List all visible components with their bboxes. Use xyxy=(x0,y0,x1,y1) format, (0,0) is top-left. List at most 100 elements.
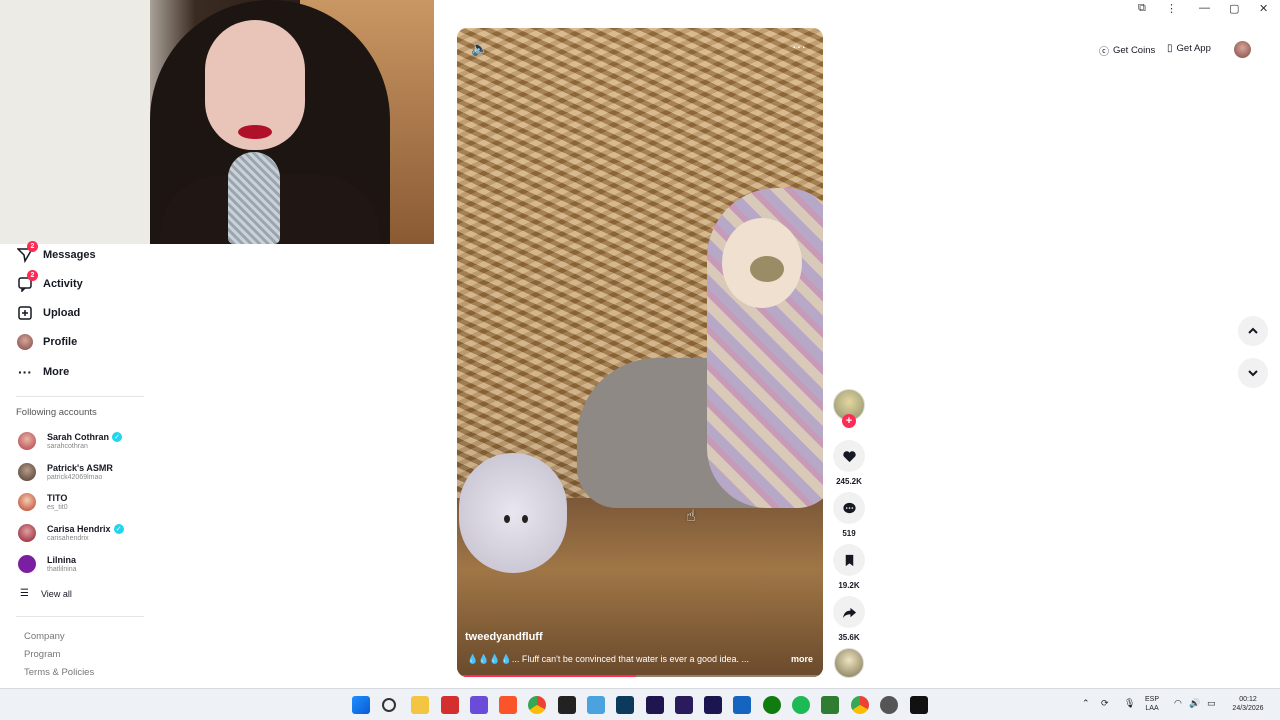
maximize-button[interactable]: ▢ xyxy=(1229,2,1239,15)
get-coins-link[interactable]: ⓒ Get Coins xyxy=(1099,43,1155,58)
save-button[interactable] xyxy=(833,544,865,576)
close-button[interactable]: ✕ xyxy=(1259,2,1268,15)
region-code: LAA xyxy=(1145,705,1159,712)
wifi-icon[interactable]: ◠ xyxy=(1174,699,1182,708)
webcam-overlay xyxy=(0,0,434,244)
lightroom-icon[interactable] xyxy=(616,696,634,714)
verified-icon: ✓ xyxy=(113,524,124,534)
verified-icon: ✓ xyxy=(112,432,123,442)
share-button[interactable] xyxy=(833,596,865,628)
sidebar-item-label: More xyxy=(43,366,70,378)
mic-icon[interactable]: 🎙 xyxy=(1124,699,1135,708)
more-dots-icon: ··· xyxy=(18,364,32,380)
sidebar-item-label: Upload xyxy=(43,307,81,319)
spotify-icon[interactable] xyxy=(792,696,810,714)
language-code: ESP xyxy=(1145,696,1160,703)
view-all-link[interactable]: ☰ View all xyxy=(20,588,72,599)
chrome-alt-icon[interactable] xyxy=(851,696,869,714)
sidebar-item-profile[interactable]: Profile xyxy=(16,330,77,354)
battery-icon[interactable]: ▭ xyxy=(1207,699,1216,708)
clock[interactable]: 00:12 24/3/2026 xyxy=(1226,695,1270,713)
comment-count: 519 xyxy=(842,529,856,538)
footer-link-company[interactable]: Company xyxy=(24,631,65,642)
minimize-button[interactable]: — xyxy=(1199,2,1210,14)
app-dark-icon[interactable] xyxy=(558,696,576,714)
chevron-up-icon xyxy=(1248,327,1258,334)
next-video-avatar[interactable] xyxy=(834,648,864,678)
more-options-icon[interactable]: ··· xyxy=(792,38,806,54)
chrome-icon[interactable] xyxy=(528,696,546,714)
microphone-image xyxy=(228,152,280,244)
follow-plus-icon[interactable]: + xyxy=(842,414,856,428)
app-blue-icon[interactable] xyxy=(733,696,751,714)
video-username[interactable]: tweedyandfluff xyxy=(465,631,543,643)
extensions-icon[interactable]: ⧉ xyxy=(1138,2,1146,15)
sidebar-item-messages[interactable]: 2 Messages xyxy=(16,241,96,267)
account-handle: es_tit0 xyxy=(47,504,68,511)
phone-icon: ▯ xyxy=(1167,43,1173,54)
comment-button[interactable] xyxy=(833,492,865,524)
caption-more-button[interactable]: more xyxy=(791,654,813,664)
previous-video-button[interactable] xyxy=(1238,316,1268,346)
plus-square-icon xyxy=(16,304,34,322)
menu-dots-icon[interactable]: ⋮ xyxy=(1166,2,1177,15)
footer-link-program[interactable]: Program xyxy=(24,649,60,660)
sidebar-item-more[interactable]: ··· More xyxy=(16,360,69,384)
account-handle: sarahcothran xyxy=(47,443,88,450)
video-player[interactable]: 🔈 ··· tweedyandfluff 💧💧💧💧... Fluff can't… xyxy=(457,28,823,677)
avatar xyxy=(18,524,36,542)
file-explorer-icon[interactable] xyxy=(411,696,429,714)
app-purple-icon[interactable] xyxy=(470,696,488,714)
tray-expand-icon[interactable]: ⌃ xyxy=(1082,699,1090,708)
tiktok-icon[interactable] xyxy=(910,696,928,714)
brave-browser-icon[interactable] xyxy=(499,696,517,714)
get-app-label: Get App xyxy=(1176,43,1211,54)
following-account[interactable]: TITO es_tit0 xyxy=(18,489,68,515)
audition-icon[interactable] xyxy=(646,696,664,714)
video-progress-bar[interactable] xyxy=(457,675,823,677)
volume-icon[interactable]: 🔈 xyxy=(471,40,488,57)
messages-badge: 2 xyxy=(27,241,38,252)
app-green-icon[interactable] xyxy=(821,696,839,714)
keyboard-language[interactable]: ESP LAA xyxy=(1145,695,1159,713)
following-account[interactable]: Sarah Cothran ✓ sarahcothran xyxy=(18,428,123,454)
view-all-label: View all xyxy=(40,588,72,599)
next-video-button[interactable] xyxy=(1238,358,1268,388)
notepad-icon[interactable] xyxy=(587,696,605,714)
send-icon: 2 xyxy=(16,241,38,264)
footer-link-terms[interactable]: Terms & Policies xyxy=(24,667,94,678)
heart-icon xyxy=(842,450,856,462)
app-gray-icon[interactable] xyxy=(880,696,898,714)
get-app-link[interactable]: ▯ Get App xyxy=(1167,43,1211,54)
like-count: 245.2K xyxy=(836,477,862,486)
chevron-down-icon xyxy=(1248,370,1258,377)
following-account[interactable]: Carisa Hendrix ✓ carisahendrix xyxy=(18,520,124,546)
after-effects-icon[interactable] xyxy=(675,696,693,714)
avatar xyxy=(18,555,36,573)
coin-icon: ⓒ xyxy=(1099,47,1109,58)
account-name: Carisa Hendrix xyxy=(47,524,111,534)
clock-date: 24/3/2026 xyxy=(1232,705,1264,712)
sidebar-item-upload[interactable]: Upload xyxy=(16,301,80,325)
like-button[interactable] xyxy=(833,440,865,472)
following-account[interactable]: Lilnina thatlilnina xyxy=(18,551,77,577)
app-red-icon[interactable] xyxy=(441,696,459,714)
xbox-icon[interactable] xyxy=(763,696,781,714)
account-name: Sarah Cothran xyxy=(47,432,110,442)
activity-badge: 2 xyxy=(27,270,38,281)
sidebar-item-activity[interactable]: 2 Activity xyxy=(16,270,83,296)
speaker-icon[interactable]: 🔊 xyxy=(1189,699,1200,708)
list-icon: ☰ xyxy=(20,588,29,599)
windows-start-icon[interactable] xyxy=(352,696,370,714)
search-icon[interactable] xyxy=(382,698,396,712)
user-avatar[interactable] xyxy=(1234,41,1251,58)
account-name: Lilnina xyxy=(47,555,76,565)
premiere-icon[interactable] xyxy=(704,696,722,714)
account-handle: thatlilnina xyxy=(47,566,77,573)
following-account[interactable]: Patrick's ASMR patrick42069lmao xyxy=(18,459,113,485)
following-title: Following accounts xyxy=(16,407,97,418)
save-count: 19.2K xyxy=(838,581,860,590)
sidebar-item-label: Activity xyxy=(43,278,83,290)
sidebar-item-label: Profile xyxy=(43,336,78,348)
sync-icon[interactable]: ⟳ xyxy=(1101,699,1109,708)
